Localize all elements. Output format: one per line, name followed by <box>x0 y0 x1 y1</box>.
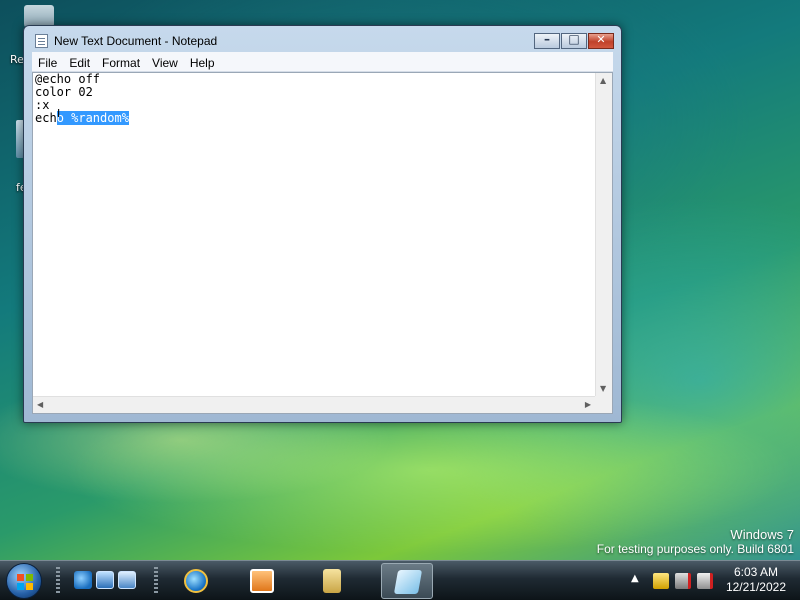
minimize-button[interactable]: – <box>534 32 560 49</box>
menu-file[interactable]: File <box>32 54 63 70</box>
close-button[interactable]: ✕ <box>588 33 614 49</box>
caption-buttons: – □ ✕ <box>534 32 614 49</box>
window-title: New Text Document - Notepad <box>54 34 218 48</box>
taskbar-button-library[interactable] <box>306 563 358 599</box>
title-bar[interactable]: New Text Document - Notepad – □ ✕ <box>24 26 621 54</box>
maximize-icon: □ <box>568 32 580 46</box>
text-line-2: color 02 <box>35 85 93 99</box>
show-hidden-icons-icon[interactable]: ▲ <box>631 573 639 584</box>
menu-view[interactable]: View <box>146 54 184 70</box>
notepad-icon[interactable] <box>35 34 48 48</box>
scroll-down-icon[interactable]: ▼ <box>600 384 606 393</box>
text-line-1: @echo off <box>35 73 101 86</box>
text-line-4-plain: ech <box>35 111 57 125</box>
clock-time: 6:03 AM <box>733 565 778 579</box>
clock[interactable]: 6:03 AM 12/21/2022 <box>726 565 786 595</box>
menu-help[interactable]: Help <box>184 54 221 70</box>
windows-watermark: Windows 7 For testing purposes only. Bui… <box>597 527 794 556</box>
show-desktop-icon[interactable] <box>96 571 114 589</box>
taskbar-grip[interactable] <box>154 567 158 595</box>
scroll-left-icon[interactable]: ◀ <box>37 400 43 409</box>
network-icon[interactable] <box>675 573 691 589</box>
switch-windows-icon[interactable] <box>118 571 136 589</box>
editor-text[interactable]: @echo off color 02:x echo %random% <box>35 73 594 397</box>
watermark-line-1: Windows 7 <box>730 527 794 542</box>
taskbar-button-notepad[interactable] <box>381 563 433 599</box>
internet-explorer-icon[interactable] <box>74 571 92 589</box>
library-folder-icon <box>323 569 341 593</box>
volume-muted-icon[interactable] <box>697 573 713 589</box>
action-center-icon[interactable] <box>653 573 669 589</box>
watermark-line-2: For testing purposes only. Build 6801 <box>596 542 794 556</box>
media-player-icon <box>250 569 274 593</box>
clock-date: 12/21/2022 <box>725 580 786 594</box>
menu-edit[interactable]: Edit <box>63 54 96 70</box>
taskbar-button-media-player[interactable] <box>236 563 288 599</box>
horizontal-scrollbar[interactable]: ◀ ▶ <box>33 396 595 413</box>
desktop-icon-label-recycle: Re <box>10 53 24 66</box>
text-line-4: echo %random% <box>35 111 594 125</box>
close-icon: ✕ <box>596 33 606 46</box>
menu-bar: File Edit Format View Help <box>32 52 613 72</box>
text-editor[interactable]: @echo off color 02:x echo %random% I ▲ ▼ ◀… <box>32 72 613 414</box>
taskbar: ▲ 6:03 AM 12/21/2022 <box>0 560 800 600</box>
scrollbar-corner <box>595 396 612 413</box>
scroll-up-icon[interactable]: ▲ <box>600 76 606 85</box>
start-button[interactable] <box>6 563 42 599</box>
menu-format[interactable]: Format <box>96 54 146 70</box>
internet-explorer-icon <box>184 569 208 593</box>
taskbar-button-ie[interactable] <box>170 563 222 599</box>
text-selection: o %random% <box>56 111 129 125</box>
notepad-icon <box>393 570 423 594</box>
scroll-right-icon[interactable]: ▶ <box>585 400 591 409</box>
notepad-window[interactable]: New Text Document - Notepad – □ ✕ File Ed… <box>23 25 622 423</box>
minimize-icon: – <box>544 32 550 46</box>
text-cursor-icon: I <box>57 107 61 120</box>
quick-launch-grip[interactable] <box>56 567 60 595</box>
system-tray: ▲ 6:03 AM 12/21/2022 <box>625 561 800 600</box>
maximize-button[interactable]: □ <box>561 32 587 49</box>
vertical-scrollbar[interactable]: ▲ ▼ <box>595 73 612 396</box>
